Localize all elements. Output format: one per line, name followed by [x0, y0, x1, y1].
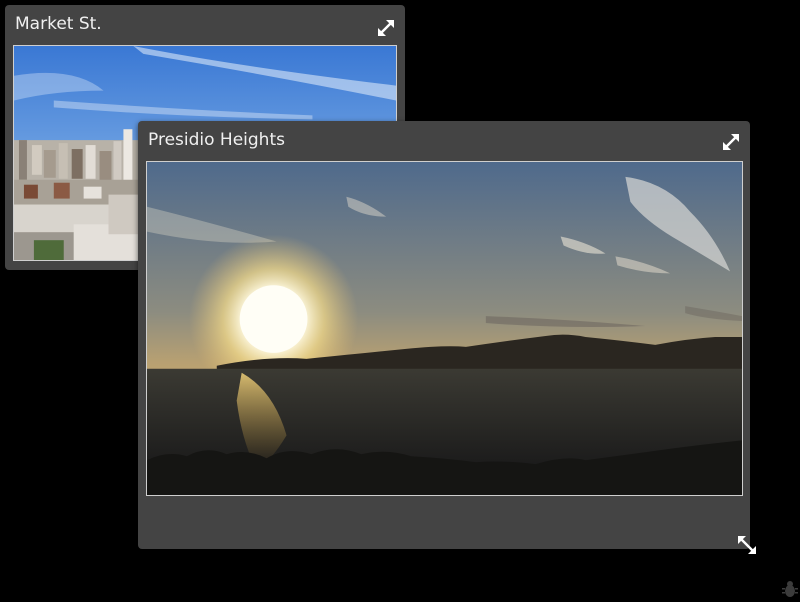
presidio-heights-photo [146, 161, 743, 496]
window-presidio-heights[interactable]: Presidio Heights [138, 121, 756, 554]
expand-arrows-icon[interactable] [720, 131, 742, 153]
window-title: Market St. [15, 14, 102, 34]
expand-arrows-icon[interactable] [375, 17, 397, 39]
bug-icon [782, 580, 798, 598]
diagonal-resize-icon[interactable] [736, 534, 758, 556]
window-title: Presidio Heights [148, 130, 285, 150]
